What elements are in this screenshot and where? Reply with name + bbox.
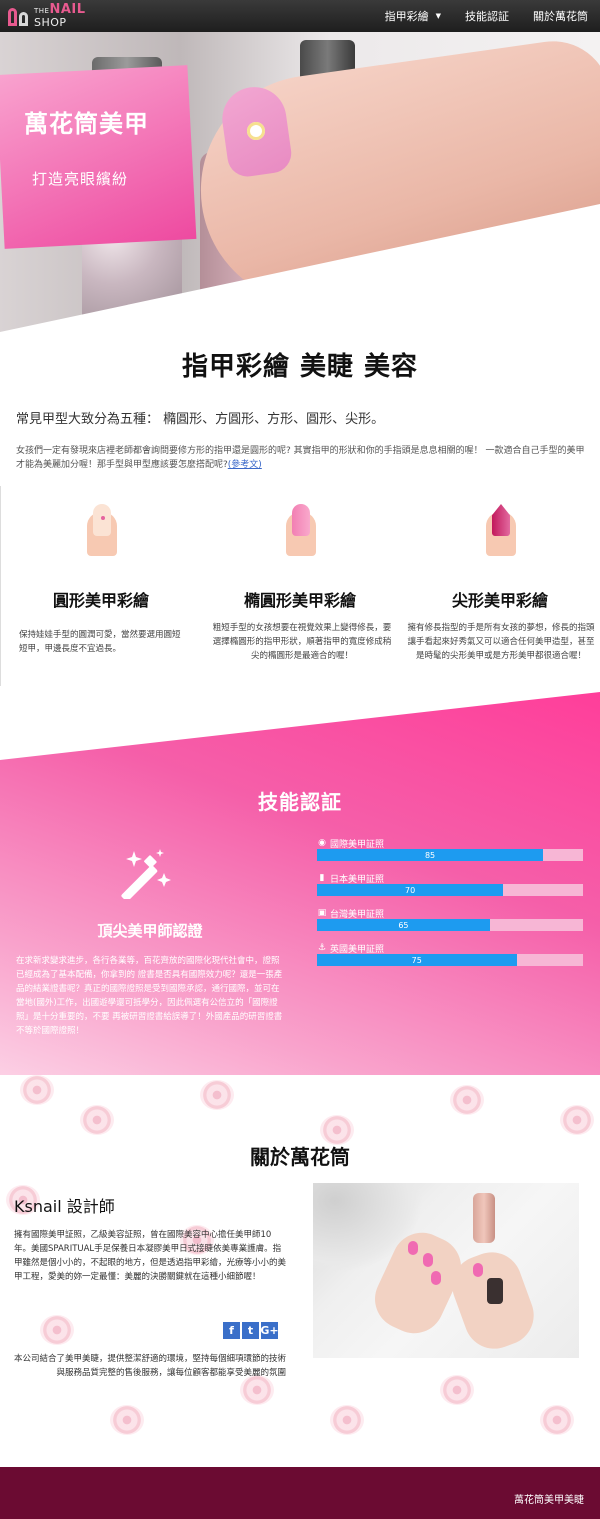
twitter-icon[interactable]: t <box>242 1322 259 1339</box>
hero-subtitle: 打造亮眼繽紛 <box>32 170 129 188</box>
about-title: 關於萬花筒 <box>250 1145 350 1169</box>
rose-decoration <box>80 1105 114 1135</box>
skill-bar-uk: ⚓ 英國美甲証照 75 <box>317 942 583 977</box>
footer: 萬花筒美甲美睫 <box>0 1467 600 1519</box>
skills-text: 在求新求變求進步，各行各業等，百花齊放的國際化現代社會中，證照已經成為了基本配備… <box>16 956 283 1036</box>
designer-name: Ksnail 設計師 <box>14 1197 115 1216</box>
intro-lead: 常見甲型大致分為五種： 橢圓形、方圓形、方形、圓形、尖形。 <box>16 412 385 427</box>
facebook-icon[interactable]: f <box>223 1322 240 1339</box>
skills-subtitle: 頂尖美甲師認證 <box>97 922 203 940</box>
bookmark-icon: ▮ <box>319 873 325 883</box>
oval-nail-icon <box>286 504 316 556</box>
skills-title: 技能認証 <box>258 790 342 814</box>
skill-label: 國際美甲証照 <box>330 839 385 850</box>
hero-title-box <box>0 65 197 249</box>
card-text: 粗短手型的女孩想要在視覺效果上變得修長，要選擇橢圓形的指甲形狀，順著指甲的寬度修… <box>212 623 392 661</box>
progress-track: 85 <box>317 849 583 861</box>
logo[interactable]: THENAIL SHOP <box>8 2 86 29</box>
skill-label: 英國美甲証照 <box>330 944 385 955</box>
rose-decoration <box>540 1405 574 1435</box>
rose-decoration <box>200 1080 234 1110</box>
progress-fill: 70 <box>317 884 504 896</box>
card-title: 尖形美甲彩繪 <box>451 591 548 610</box>
anchor-icon: ⚓ <box>317 943 327 953</box>
pointed-nail-icon <box>486 504 516 556</box>
card-text: 擁有修長指型的手是所有女孩的夢想，修長的指頭讓手看起來好秀氣又可以適合任何美甲造… <box>407 623 595 661</box>
skill-label: 台灣美甲証照 <box>330 909 385 920</box>
nav-menu: 指甲彩繪 ▼ 技能認証 關於萬花筒 <box>373 0 600 32</box>
progress-fill: 85 <box>317 849 544 861</box>
magic-wand-icon <box>121 849 171 899</box>
round-nail-icon <box>87 504 117 556</box>
shape-card-pointed: 尖形美甲彩繪 擁有修長指型的手是所有女孩的夢想，修長的指頭讓手看起來好秀氣又可以… <box>400 486 600 686</box>
manicure-photo <box>313 1183 579 1358</box>
skill-label: 日本美甲証照 <box>330 874 385 885</box>
skill-bar-japan: ▮ 日本美甲証照 70 <box>317 872 583 907</box>
rose-decoration <box>450 1085 484 1115</box>
polish-brush <box>487 1278 503 1304</box>
rose-decoration <box>560 1105 594 1135</box>
rose-decoration <box>440 1375 474 1405</box>
intro-body: 女孩們一定有發現來店裡老師都會詢問要修方形的指甲還是圓形的呢? 其實指甲的形狀和… <box>16 446 585 470</box>
skill-bar-taiwan: ▣ 台灣美甲証照 65 <box>317 907 583 942</box>
shape-card-round: 圓形美甲彩繪 保持娃娃手型的圓潤可愛，當然要選用圓短短甲，甲邊長度不宜過長。 <box>0 486 200 686</box>
navbar: THENAIL SHOP 指甲彩繪 ▼ 技能認証 關於萬花筒 <box>0 0 600 32</box>
polish-bottle <box>473 1193 495 1243</box>
globe-icon: ◉ <box>318 838 326 848</box>
skill-bar-international: ◉ 國際美甲証照 85 <box>317 837 583 872</box>
rose-decoration <box>330 1405 364 1435</box>
progress-fill: 65 <box>317 919 490 931</box>
card-text: 保持娃娃手型的圓潤可愛，當然要選用圓短短甲，甲邊長度不宜過長。 <box>19 630 181 654</box>
rose-decoration <box>110 1405 144 1435</box>
nav-item-certification[interactable]: 技能認証 <box>453 8 521 24</box>
nail-shapes-section: 圓形美甲彩繪 保持娃娃手型的圓潤可愛，當然要選用圓短短甲，甲邊長度不宜過長。 橢… <box>0 486 600 686</box>
footer-text: 萬花筒美甲美睫 <box>514 1495 584 1506</box>
card-title: 圓形美甲彩繪 <box>52 591 149 610</box>
nav-item-about[interactable]: 關於萬花筒 <box>521 8 600 24</box>
badge-icon: ▣ <box>317 908 327 918</box>
logo-the: THE <box>34 7 50 15</box>
progress-fill: 75 <box>317 954 517 966</box>
progress-track: 65 <box>317 919 583 931</box>
card-title: 橢圓形美甲彩繪 <box>243 591 356 610</box>
about-text: 擁有國際美甲証照，乙級美容証照，曾在國際美容中心擔任美甲師10年。美國SPARI… <box>14 1230 287 1282</box>
hero-title: 萬花筒美甲 <box>24 110 149 138</box>
logo-nail: NAIL <box>49 2 86 17</box>
progress-track: 75 <box>317 954 583 966</box>
page-heading: 指甲彩繪 美睫 美容 <box>181 352 419 382</box>
rose-decoration <box>40 1315 74 1345</box>
shape-card-oval: 橢圓形美甲彩繪 粗短手型的女孩想要在視覺效果上變得修長，要選擇橢圓形的指甲形狀，… <box>200 486 400 686</box>
reference-link[interactable]: (參考文) <box>228 460 262 470</box>
social-links: f t G+ <box>223 1322 279 1339</box>
skill-bars: ◉ 國際美甲証照 85 ▮ 日本美甲証照 70 ▣ 台灣美甲証照 65 ⚓ 英國美甲証照… <box>317 837 583 977</box>
logo-shop: SHOP <box>34 16 67 29</box>
caret-down-icon: ▼ <box>435 12 441 20</box>
nail-flower-decoration <box>247 122 265 140</box>
logo-icon <box>8 6 30 26</box>
nav-item-nail-art[interactable]: 指甲彩繪 ▼ <box>373 8 453 24</box>
progress-track: 70 <box>317 884 583 896</box>
google-plus-icon[interactable]: G+ <box>260 1322 279 1339</box>
rose-decoration <box>20 1075 54 1105</box>
about-text-secondary: 本公司結合了美甲美睫，提供整潔舒適的環境，堅持每個細項環節的技術與服務品質完整的… <box>14 1354 287 1378</box>
